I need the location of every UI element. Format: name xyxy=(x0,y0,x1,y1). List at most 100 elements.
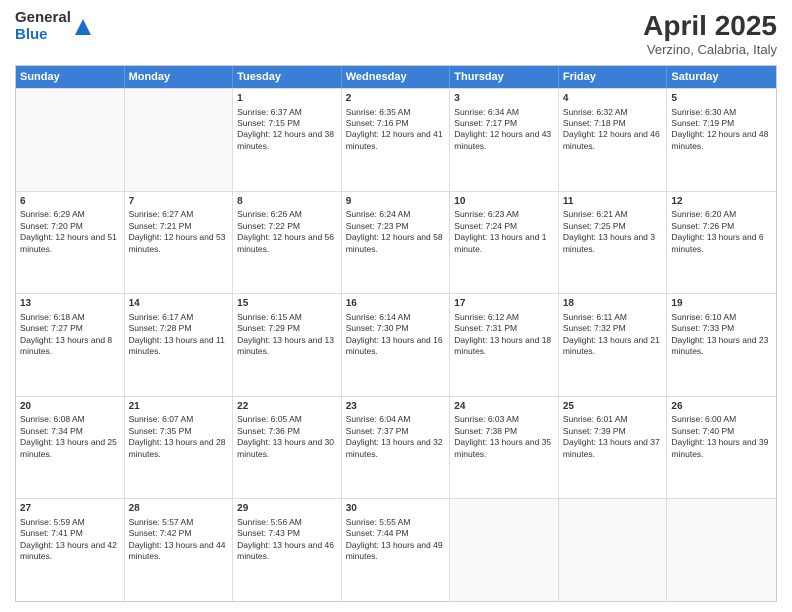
sunrise-text: Sunrise: 5:57 AM xyxy=(129,517,194,527)
daylight-text: Daylight: 13 hours and 16 minutes. xyxy=(346,335,443,356)
calendar-cell: 3Sunrise: 6:34 AMSunset: 7:17 PMDaylight… xyxy=(450,89,559,191)
sunset-text: Sunset: 7:20 PM xyxy=(20,221,83,231)
day-number: 5 xyxy=(671,92,772,106)
calendar-cell: 5Sunrise: 6:30 AMSunset: 7:19 PMDaylight… xyxy=(667,89,776,191)
sunset-text: Sunset: 7:35 PM xyxy=(129,426,192,436)
calendar-cell: 28Sunrise: 5:57 AMSunset: 7:42 PMDayligh… xyxy=(125,499,234,601)
sunset-text: Sunset: 7:28 PM xyxy=(129,323,192,333)
daylight-text: Daylight: 13 hours and 30 minutes. xyxy=(237,437,334,458)
weekday-header: Wednesday xyxy=(342,66,451,88)
sunrise-text: Sunrise: 6:30 AM xyxy=(671,107,736,117)
sunset-text: Sunset: 7:22 PM xyxy=(237,221,300,231)
calendar-cell: 20Sunrise: 6:08 AMSunset: 7:34 PMDayligh… xyxy=(16,397,125,499)
month-title: April 2025 xyxy=(643,10,777,42)
calendar-cell: 19Sunrise: 6:10 AMSunset: 7:33 PMDayligh… xyxy=(667,294,776,396)
calendar-cell: 12Sunrise: 6:20 AMSunset: 7:26 PMDayligh… xyxy=(667,192,776,294)
day-number: 15 xyxy=(237,297,337,311)
daylight-text: Daylight: 13 hours and 6 minutes. xyxy=(671,232,763,253)
day-number: 17 xyxy=(454,297,554,311)
day-number: 9 xyxy=(346,195,446,209)
sunrise-text: Sunrise: 6:17 AM xyxy=(129,312,194,322)
calendar-cell xyxy=(667,499,776,601)
day-number: 7 xyxy=(129,195,229,209)
day-number: 11 xyxy=(563,195,663,209)
sunrise-text: Sunrise: 6:32 AM xyxy=(563,107,628,117)
sunrise-text: Sunrise: 6:15 AM xyxy=(237,312,302,322)
sunset-text: Sunset: 7:34 PM xyxy=(20,426,83,436)
calendar-cell: 16Sunrise: 6:14 AMSunset: 7:30 PMDayligh… xyxy=(342,294,451,396)
logo-blue: Blue xyxy=(15,27,71,44)
daylight-text: Daylight: 13 hours and 44 minutes. xyxy=(129,540,226,561)
day-number: 10 xyxy=(454,195,554,209)
calendar-cell: 1Sunrise: 6:37 AMSunset: 7:15 PMDaylight… xyxy=(233,89,342,191)
logo-icon xyxy=(73,17,93,37)
calendar-cell: 13Sunrise: 6:18 AMSunset: 7:27 PMDayligh… xyxy=(16,294,125,396)
day-number: 16 xyxy=(346,297,446,311)
weekday-header: Thursday xyxy=(450,66,559,88)
calendar-cell: 8Sunrise: 6:26 AMSunset: 7:22 PMDaylight… xyxy=(233,192,342,294)
sunrise-text: Sunrise: 6:35 AM xyxy=(346,107,411,117)
daylight-text: Daylight: 13 hours and 39 minutes. xyxy=(671,437,768,458)
calendar-cell xyxy=(450,499,559,601)
sunrise-text: Sunrise: 6:26 AM xyxy=(237,209,302,219)
sunset-text: Sunset: 7:24 PM xyxy=(454,221,517,231)
daylight-text: Daylight: 12 hours and 43 minutes. xyxy=(454,129,551,150)
day-number: 20 xyxy=(20,400,120,414)
calendar: SundayMondayTuesdayWednesdayThursdayFrid… xyxy=(15,65,777,602)
sunrise-text: Sunrise: 6:10 AM xyxy=(671,312,736,322)
day-number: 19 xyxy=(671,297,772,311)
sunrise-text: Sunrise: 6:05 AM xyxy=(237,414,302,424)
calendar-row: 27Sunrise: 5:59 AMSunset: 7:41 PM Dayligh… xyxy=(16,498,776,601)
daylight-text: Daylight: 12 hours and 46 minutes. xyxy=(563,129,660,150)
daylight-text: Daylight: 12 hours and 41 minutes. xyxy=(346,129,443,150)
day-number: 6 xyxy=(20,195,120,209)
sunset-text: Sunset: 7:17 PM xyxy=(454,118,517,128)
calendar-cell: 7Sunrise: 6:27 AMSunset: 7:21 PMDaylight… xyxy=(125,192,234,294)
day-number: 27 xyxy=(20,502,120,516)
day-number: 28 xyxy=(129,502,229,516)
daylight-text: Daylight: 13 hours and 32 minutes. xyxy=(346,437,443,458)
sunset-text: Sunset: 7:25 PM xyxy=(563,221,626,231)
sunrise-text: Sunrise: 5:55 AM xyxy=(346,517,411,527)
calendar-cell: 22Sunrise: 6:05 AMSunset: 7:36 PMDayligh… xyxy=(233,397,342,499)
daylight-text: Daylight: 13 hours and 35 minutes. xyxy=(454,437,551,458)
day-number: 30 xyxy=(346,502,446,516)
sunset-text: Sunset: 7:32 PM xyxy=(563,323,626,333)
calendar-cell: 26Sunrise: 6:00 AMSunset: 7:40 PMDayligh… xyxy=(667,397,776,499)
sunset-text: Sunset: 7:39 PM xyxy=(563,426,626,436)
sunrise-text: Sunrise: 6:37 AM xyxy=(237,107,302,117)
daylight-text: Daylight: 12 hours and 48 minutes. xyxy=(671,129,768,150)
day-number: 22 xyxy=(237,400,337,414)
daylight-text: Daylight: 13 hours and 3 minutes. xyxy=(563,232,655,253)
calendar-cell xyxy=(16,89,125,191)
calendar-cell: 15Sunrise: 6:15 AMSunset: 7:29 PMDayligh… xyxy=(233,294,342,396)
sunset-text: Sunset: 7:38 PM xyxy=(454,426,517,436)
calendar-cell: 23Sunrise: 6:04 AMSunset: 7:37 PMDayligh… xyxy=(342,397,451,499)
daylight-text: Daylight: 12 hours and 51 minutes. xyxy=(20,232,117,253)
sunrise-text: Sunrise: 6:34 AM xyxy=(454,107,519,117)
daylight-text: Daylight: 13 hours and 28 minutes. xyxy=(129,437,226,458)
calendar-cell: 10Sunrise: 6:23 AMSunset: 7:24 PMDayligh… xyxy=(450,192,559,294)
weekday-header: Monday xyxy=(125,66,234,88)
calendar-row: 20Sunrise: 6:08 AM Sunset: 7:34 PM Dayligh… xyxy=(16,396,776,499)
location: Verzino, Calabria, Italy xyxy=(643,42,777,57)
calendar-header: SundayMondayTuesdayWednesdayThursdayFrid… xyxy=(16,66,776,88)
sunrise-text: Sunrise: 6:01 AM xyxy=(563,414,628,424)
header: General Blue April 2025 Verzino, Calabri… xyxy=(15,10,777,57)
sunrise-text: Sunrise: 6:14 AM xyxy=(346,312,411,322)
sunset-text: Sunset: 7:37 PM xyxy=(346,426,409,436)
logo-general: General xyxy=(15,10,71,27)
daylight-text: Daylight: 13 hours and 1 minute. xyxy=(454,232,546,253)
day-number: 3 xyxy=(454,92,554,106)
calendar-cell: 2Sunrise: 6:35 AMSunset: 7:16 PMDaylight… xyxy=(342,89,451,191)
sunrise-text: Sunrise: 6:04 AM xyxy=(346,414,411,424)
calendar-cell: 18Sunrise: 6:11 AMSunset: 7:32 PMDayligh… xyxy=(559,294,668,396)
day-number: 1 xyxy=(237,92,337,106)
sunset-text: Sunset: 7:41 PM xyxy=(20,528,83,538)
sunrise-text: Sunrise: 6:08 AM xyxy=(20,414,85,424)
sunrise-text: Sunrise: 5:59 AM xyxy=(20,517,85,527)
sunset-text: Sunset: 7:44 PM xyxy=(346,528,409,538)
sunset-text: Sunset: 7:16 PM xyxy=(346,118,409,128)
calendar-row: 13Sunrise: 6:18 AMSunset: 7:27 PMDayligh… xyxy=(16,293,776,396)
sunrise-text: Sunrise: 6:27 AM xyxy=(129,209,194,219)
